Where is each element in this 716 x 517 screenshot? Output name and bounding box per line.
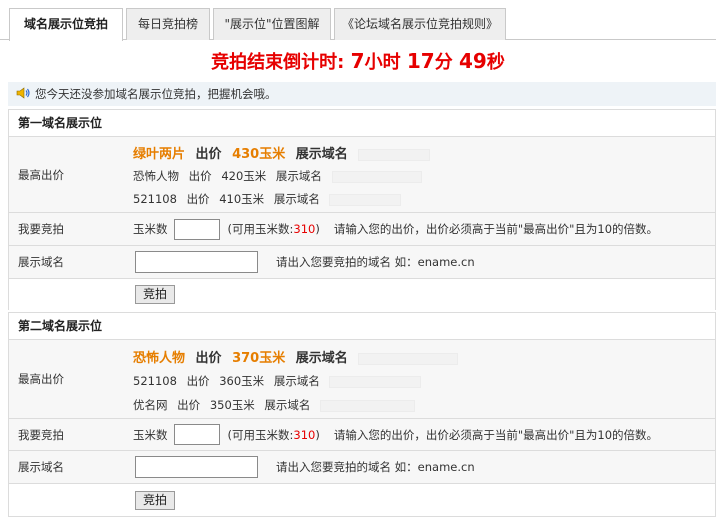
price-label: 出价 <box>186 374 210 388</box>
highest-bid-row: 最高出价 绿叶两片 出价 430玉米 展示域名 恐怖人物 出价 420玉米 展示… <box>9 137 715 213</box>
section-title: 第二域名展示位 <box>9 313 715 340</box>
available-prefix: (可用玉米数: <box>227 222 294 236</box>
submit-row: 竞拍 <box>9 484 715 516</box>
masked-domain <box>329 193 402 206</box>
countdown-hours-unit: 小时 <box>364 52 401 73</box>
domain-row-label: 展示域名 <box>18 460 64 474</box>
highest-bid-label: 最高出价 <box>18 372 64 386</box>
bidder: 521108 <box>133 192 177 206</box>
bid-line: 521108 出价 410玉米 展示域名 <box>133 191 407 207</box>
domain-label: 展示域名 <box>295 351 348 366</box>
masked-domain <box>329 375 422 388</box>
my-bid-label: 我要竞拍 <box>18 222 64 236</box>
domain-hint: 请出入您要竞拍的域名 如：ename.cn <box>276 255 475 269</box>
highest-bid-row: 最高出价 恐怖人物 出价 370玉米 展示域名 521108 出价 360玉米 … <box>9 340 715 419</box>
countdown-seconds-unit: 秒 <box>486 52 505 73</box>
top-bidder: 恐怖人物 <box>133 351 186 366</box>
countdown-seconds: 49 <box>458 49 487 73</box>
price: 360玉米 <box>219 374 265 388</box>
available-value: 310 <box>293 427 316 442</box>
price: 420玉米 <box>221 169 267 183</box>
top-bidder: 绿叶两片 <box>133 147 186 162</box>
countdown-minutes-unit: 分 <box>434 52 453 73</box>
price: 410玉米 <box>219 192 265 206</box>
notice-bar: 您今天还没参加域名展示位竞拍，把握机会哦。 <box>8 82 716 106</box>
bid-line: 521108 出价 360玉米 展示域名 <box>133 373 427 389</box>
masked-domain <box>331 170 422 183</box>
bidder: 优名网 <box>133 398 168 412</box>
my-bid-label: 我要竞拍 <box>18 427 64 442</box>
section-title: 第一域名展示位 <box>9 110 715 137</box>
masked-domain <box>320 399 416 412</box>
price-label: 出价 <box>177 398 201 412</box>
masked-domain <box>358 352 459 365</box>
my-bid-row: 我要竞拍 玉米数 (可用玉米数: 310) 请输入您的出价，出价必须高于当前"最高… <box>9 213 715 246</box>
bid-button[interactable]: 竞拍 <box>135 491 175 510</box>
tab-position-diagram[interactable]: "展示位"位置图解 <box>213 8 331 40</box>
speaker-icon <box>16 83 31 107</box>
top-price: 430玉米 <box>232 147 286 162</box>
domain-row: 展示域名 请出入您要竞拍的域名 如：ename.cn <box>9 451 715 484</box>
available-prefix: (可用玉米数: <box>227 427 294 442</box>
bid-line: 优名网 出价 350玉米 展示域名 <box>133 397 421 413</box>
bid-hint: 请输入您的出价，出价必须高于当前"最高出价"且为10的倍数。 <box>333 427 659 442</box>
domain-row: 展示域名 请出入您要竞拍的域名 如：ename.cn <box>9 246 715 279</box>
tab-daily-ranking[interactable]: 每日竞拍榜 <box>126 8 210 40</box>
countdown-minutes: 17 <box>406 49 435 73</box>
auction-section-1: 第一域名展示位 最高出价 绿叶两片 出价 430玉米 展示域名 恐怖人物 出价 … <box>8 109 716 310</box>
tab-auction-rules[interactable]: 《论坛域名展示位竞拍规则》 <box>334 8 506 40</box>
domain-label: 展示域名 <box>295 147 348 162</box>
countdown-hours: 7 <box>350 49 365 73</box>
price-label: 出价 <box>195 147 222 162</box>
price: 350玉米 <box>209 398 255 412</box>
available-suffix: ) <box>315 427 320 442</box>
top-price: 370玉米 <box>232 351 286 366</box>
masked-domain <box>358 148 431 161</box>
bid-line: 恐怖人物 出价 420玉米 展示域名 <box>133 168 428 184</box>
tab-bar: 域名展示位竞拍 每日竞拍榜 "展示位"位置图解 《论坛域名展示位竞拍规则》 <box>0 0 716 41</box>
auction-section-2: 第二域名展示位 最高出价 恐怖人物 出价 370玉米 展示域名 521108 出… <box>8 312 716 517</box>
domain-label: 展示域名 <box>275 169 322 183</box>
bid-hint: 请输入您的出价，出价必须高于当前"最高出价"且为10的倍数。 <box>333 222 659 236</box>
domain-label: 展示域名 <box>264 398 311 412</box>
domain-input[interactable] <box>135 251 258 273</box>
domain-row-label: 展示域名 <box>18 255 64 269</box>
bidder: 521108 <box>133 374 177 388</box>
available-suffix: ) <box>315 222 320 236</box>
domain-input[interactable] <box>135 456 258 478</box>
highest-bid-label: 最高出价 <box>18 167 64 182</box>
domain-label: 展示域名 <box>273 192 320 206</box>
notice-text: 您今天还没参加域名展示位竞拍，把握机会哦。 <box>35 87 277 101</box>
tab-domain-auction[interactable]: 域名展示位竞拍 <box>9 8 123 41</box>
domain-hint: 请出入您要竞拍的域名 如：ename.cn <box>276 460 475 474</box>
my-bid-row: 我要竞拍 玉米数 (可用玉米数: 310) 请输入您的出价，出价必须高于当前"最高… <box>9 419 715 451</box>
countdown-prefix: 竞拍结束倒计时: <box>211 52 345 73</box>
price-label: 出价 <box>188 169 212 183</box>
corn-input[interactable] <box>173 424 220 445</box>
price-label: 出价 <box>186 192 210 206</box>
submit-row: 竞拍 <box>9 279 715 310</box>
price-label: 出价 <box>195 351 222 366</box>
corn-input[interactable] <box>173 218 220 240</box>
corn-label: 玉米数 <box>133 222 168 236</box>
countdown: 竞拍结束倒计时: 7小时 17分 49秒 <box>0 40 716 80</box>
bid-button[interactable]: 竞拍 <box>135 285 175 304</box>
domain-label: 展示域名 <box>273 374 320 388</box>
top-bid: 绿叶两片 出价 430玉米 展示域名 <box>133 143 436 162</box>
top-bid: 恐怖人物 出价 370玉米 展示域名 <box>133 347 464 366</box>
bidder: 恐怖人物 <box>133 169 179 183</box>
available-value: 310 <box>293 222 316 236</box>
corn-label: 玉米数 <box>133 427 168 442</box>
